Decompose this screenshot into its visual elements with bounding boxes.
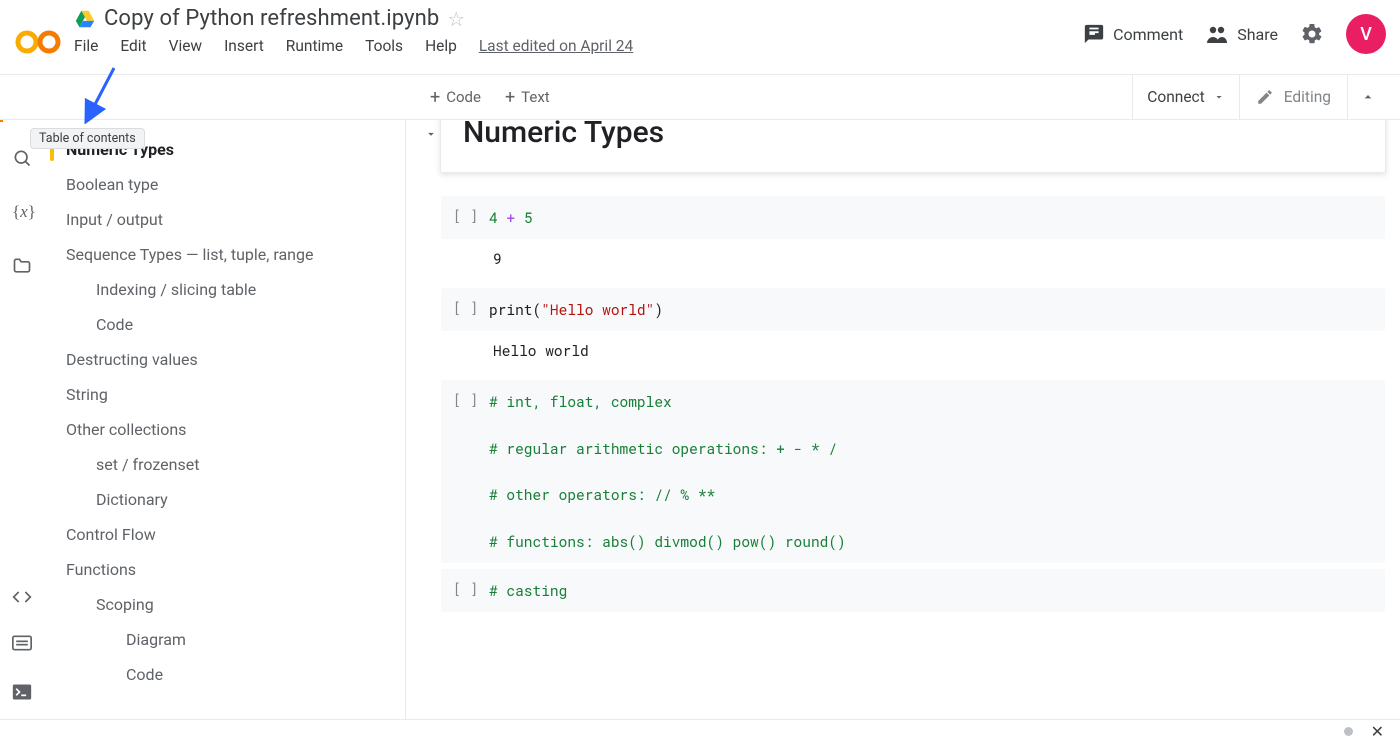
connect-label: Connect: [1147, 88, 1204, 106]
terminal-icon: [12, 683, 32, 701]
connect-button[interactable]: Connect: [1132, 75, 1238, 119]
rail-code-snippets-button[interactable]: [12, 587, 32, 607]
add-text-button[interactable]: + Text: [505, 87, 550, 108]
command-palette-icon: [12, 635, 32, 651]
comment-icon: [1083, 23, 1105, 45]
add-code-label: Code: [446, 88, 481, 106]
cell-output: Hello world: [441, 331, 1385, 374]
cell-run-gutter[interactable]: [ ]: [453, 298, 489, 321]
code-cell[interactable]: [ ] print("Hello world") Hello world: [440, 287, 1386, 375]
code-cell[interactable]: [ ] # casting: [440, 568, 1386, 613]
notebook-toolbar: + Code + Text Connect Editing: [0, 74, 1400, 120]
toc-tooltip: Table of contents: [30, 128, 145, 149]
toc-item[interactable]: Sequence Types — list, tuple, range: [44, 237, 399, 272]
share-icon: [1205, 23, 1229, 45]
toc-item[interactable]: String: [44, 377, 399, 412]
toc-item[interactable]: Control Flow: [44, 517, 399, 552]
pencil-icon: [1256, 88, 1274, 106]
toc-item[interactable]: Input / output: [44, 202, 399, 237]
heading-text: Numeric Types: [463, 115, 1363, 150]
toc-item[interactable]: Diagram: [44, 622, 399, 657]
toc-panel: Table of contents Table of contents Nume…: [44, 74, 406, 719]
menu-view[interactable]: View: [169, 37, 203, 55]
toc-item[interactable]: Boolean type: [44, 167, 399, 202]
collapse-toolbar-button[interactable]: [1347, 75, 1388, 119]
app-header: Copy of Python refreshment.ipynb ☆ File …: [0, 0, 1400, 74]
cell-output: 9: [441, 239, 1385, 282]
editing-label: Editing: [1284, 88, 1331, 106]
colab-logo-icon: [14, 27, 62, 57]
rail-search-button[interactable]: [12, 148, 32, 168]
chevron-up-icon: [1360, 89, 1376, 105]
toc-item[interactable]: set / frozenset: [44, 447, 399, 482]
menu-file[interactable]: File: [74, 37, 98, 55]
toc-item[interactable]: Code: [44, 307, 399, 342]
menu-bar: File Edit View Insert Runtime Tools Help…: [74, 37, 1083, 55]
code-source[interactable]: 4 + 5: [489, 206, 533, 229]
drive-icon: [74, 8, 96, 30]
search-icon: [12, 148, 32, 168]
code-source[interactable]: print("Hello world"): [489, 298, 663, 321]
colab-logo[interactable]: [14, 6, 62, 74]
avatar[interactable]: V: [1346, 14, 1386, 54]
code-icon: [12, 587, 32, 607]
settings-button[interactable]: [1300, 22, 1324, 46]
cell-run-gutter[interactable]: [ ]: [453, 390, 489, 552]
menu-help[interactable]: Help: [425, 37, 457, 55]
menu-tools[interactable]: Tools: [365, 37, 403, 55]
notebook-main[interactable]: Numeric Types [ ] 4 + 5 9 [ ] print("Hel…: [406, 74, 1400, 719]
share-label: Share: [1237, 25, 1278, 44]
caret-down-icon: [424, 127, 438, 141]
status-close-button[interactable]: ✕: [1371, 722, 1384, 741]
toc-item[interactable]: Functions: [44, 552, 399, 587]
menu-runtime[interactable]: Runtime: [286, 37, 343, 55]
cell-run-gutter[interactable]: [ ]: [453, 579, 489, 602]
toc-item[interactable]: Scoping: [44, 587, 399, 622]
left-rail: {x}: [0, 74, 44, 719]
code-source[interactable]: # casting: [489, 579, 567, 602]
cell-run-gutter[interactable]: [ ]: [453, 206, 489, 229]
add-text-label: Text: [521, 88, 550, 106]
status-bar: ✕: [0, 719, 1400, 743]
menu-insert[interactable]: Insert: [224, 37, 264, 55]
section-collapse-caret[interactable]: [424, 126, 438, 145]
toc-item[interactable]: Other collections: [44, 412, 399, 447]
code-source[interactable]: # int, float, complex # regular arithmet…: [489, 390, 846, 552]
status-indicator-dot: [1344, 727, 1353, 736]
comment-button[interactable]: Comment: [1083, 23, 1183, 45]
toc-list[interactable]: Numeric TypesBoolean typeInput / outputS…: [44, 120, 405, 719]
last-edited-link[interactable]: Last edited on April 24: [479, 37, 633, 55]
gear-icon: [1300, 22, 1324, 46]
avatar-initial: V: [1360, 24, 1372, 45]
rail-command-palette-button[interactable]: [12, 635, 32, 655]
menu-edit[interactable]: Edit: [120, 37, 146, 55]
toc-item[interactable]: Indexing / slicing table: [44, 272, 399, 307]
add-code-button[interactable]: + Code: [430, 87, 481, 108]
comment-label: Comment: [1113, 25, 1183, 44]
editing-mode-button[interactable]: Editing: [1239, 75, 1347, 119]
chevron-down-icon: [1213, 91, 1225, 103]
code-cell[interactable]: [ ] # int, float, complex # regular arit…: [440, 379, 1386, 563]
folder-icon: [12, 256, 32, 276]
doc-title[interactable]: Copy of Python refreshment.ipynb: [104, 6, 439, 31]
star-icon[interactable]: ☆: [447, 7, 465, 31]
rail-terminal-button[interactable]: [12, 683, 32, 703]
rail-files-button[interactable]: [12, 256, 32, 276]
toc-item[interactable]: Dictionary: [44, 482, 399, 517]
share-button[interactable]: Share: [1205, 23, 1278, 45]
toc-item[interactable]: Code: [44, 657, 399, 692]
code-cell[interactable]: [ ] 4 + 5 9: [440, 195, 1386, 283]
toc-item[interactable]: Destructing values: [44, 342, 399, 377]
rail-variables-button[interactable]: {x}: [12, 202, 32, 222]
